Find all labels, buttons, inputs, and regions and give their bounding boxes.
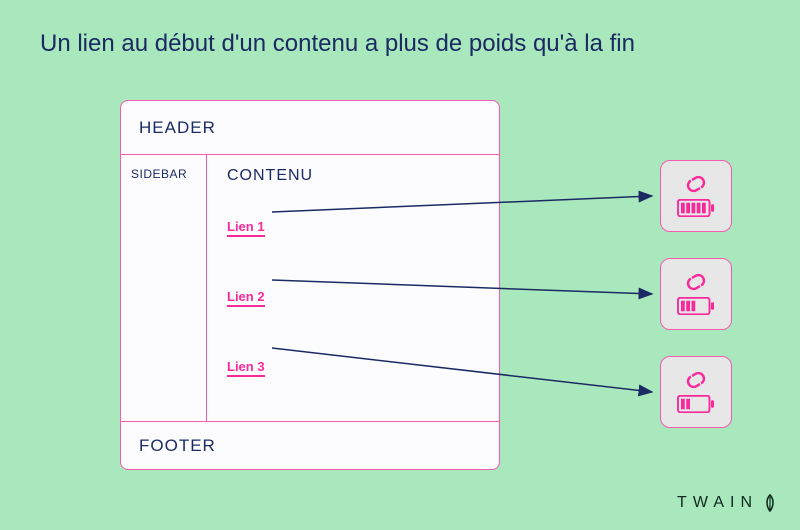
battery-low-icon — [677, 395, 715, 413]
link-1-text: Lien 1 — [227, 219, 265, 237]
link-icon — [682, 371, 710, 389]
content-label: CONTENU — [227, 167, 479, 185]
link-icon — [682, 175, 710, 193]
brand-logo: TWAIN — [677, 494, 776, 512]
brand-text: TWAIN — [677, 494, 758, 512]
weight-card-2 — [660, 258, 732, 330]
layout-content: CONTENU Lien 1 Lien 2 Lien 3 — [207, 155, 499, 421]
layout-sidebar: SIDEBAR — [121, 155, 207, 421]
link-icon — [682, 273, 710, 291]
link-row-2: Lien 2 — [227, 289, 479, 307]
battery-full-icon — [677, 199, 715, 217]
weight-card-1 — [660, 160, 732, 232]
page-title: Un lien au début d'un contenu a plus de … — [40, 30, 635, 58]
layout-footer: FOOTER — [121, 421, 499, 469]
weight-card-3 — [660, 356, 732, 428]
layout-header: HEADER — [121, 101, 499, 155]
leaf-icon — [764, 494, 776, 512]
page-layout-diagram: HEADER SIDEBAR CONTENU Lien 1 Lien 2 Lie… — [120, 100, 500, 470]
link-2-text: Lien 2 — [227, 289, 265, 307]
link-row-1: Lien 1 — [227, 219, 479, 237]
layout-mid: SIDEBAR CONTENU Lien 1 Lien 2 Lien 3 — [121, 155, 499, 421]
link-3-text: Lien 3 — [227, 359, 265, 377]
battery-half-icon — [677, 297, 715, 315]
link-row-3: Lien 3 — [227, 359, 479, 377]
